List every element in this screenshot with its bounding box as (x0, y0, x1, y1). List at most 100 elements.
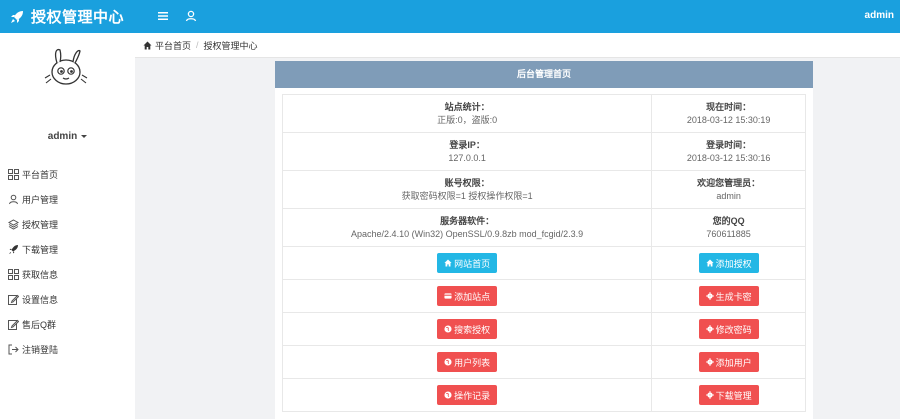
operation-log-button[interactable]: 操作记录 (437, 385, 498, 405)
user-icon[interactable] (184, 9, 198, 23)
button-cell: 添加授权 (651, 246, 806, 280)
login-ip-value: 127.0.0.1 (448, 153, 486, 163)
current-time-value: 2018-03-12 15:30:19 (686, 115, 771, 125)
sidebar-item-settings[interactable]: 设置信息 (0, 287, 135, 312)
user-list-button[interactable]: 用户列表 (437, 352, 498, 372)
welcome-admin-label: 欢迎您管理员： (697, 178, 761, 188)
table-row: 网站首页 添加授权 (281, 246, 806, 280)
generate-card-key-button[interactable]: 生成卡密 (698, 286, 759, 306)
search-license-button[interactable]: 搜索授权 (437, 319, 498, 339)
search-license-button-label: 搜索授权 (454, 324, 491, 335)
sidebar: admin 平台首页 用户管理 授权管理 下载管理 获取信息 设置信息 售后Q群… (0, 33, 135, 419)
welcome-admin-cell: 欢迎您管理员： admin (651, 170, 806, 209)
table-row: 站点统计： 正版:0，盗版:0 现在时间： 2018-03-12 15:30:19 (281, 94, 806, 133)
sidebar-username[interactable]: admin (0, 131, 135, 142)
sidebar-item-label: 注销登陆 (22, 345, 59, 355)
button-cell: 操作记录 (281, 378, 653, 412)
rocket-icon (9, 245, 18, 254)
avatar[interactable] (42, 45, 90, 89)
change-password-button-label: 修改密码 (715, 324, 752, 335)
grid-icon (8, 269, 19, 280)
button-cell: 添加站点 (281, 279, 653, 313)
operation-log-button-label: 操作记录 (454, 390, 491, 401)
panel-title: 后台管理首页 (275, 61, 813, 88)
server-software-label: 服务器软件： (440, 216, 495, 226)
top-username[interactable]: admin (865, 10, 894, 21)
account-permission-value: 获取密码权限=1 授权操作权限=1 (401, 191, 533, 201)
download-manage-button[interactable]: 下载管理 (698, 385, 759, 405)
account-permission-label: 账号权限： (444, 178, 490, 188)
server-software-cell: 服务器软件： Apache/2.4.10 (Win32) OpenSSL/0.9.… (281, 208, 653, 247)
dashboard-panel: 后台管理首页 站点统计： 正版:0，盗版:0 现在时间： 2018-03-12 15… (275, 61, 813, 419)
table-row: 登录IP： 127.0.0.1 登录时间： 2018-03-12 15:30:16 (281, 132, 806, 171)
globe-icon (444, 358, 452, 366)
table-row: 服务器软件： Apache/2.4.10 (Win32) OpenSSL/0.9.… (281, 208, 806, 247)
breadcrumb-separator: / (196, 40, 199, 50)
sidebar-item-info[interactable]: 获取信息 (0, 262, 135, 287)
sidebar-item-support-group[interactable]: 售后Q群 (0, 312, 135, 337)
qq-value: 760611885 (706, 229, 751, 239)
user-list-button-label: 用户列表 (454, 357, 491, 368)
top-bar: 授权管理中心 admin (0, 0, 900, 33)
home-icon (143, 41, 152, 49)
download-manage-button-label: 下载管理 (715, 390, 752, 401)
sidebar-nav: 平台首页 用户管理 授权管理 下载管理 获取信息 设置信息 售后Q群 注销登陆 (0, 162, 135, 362)
grid-icon (8, 169, 19, 180)
button-cell: 修改密码 (651, 312, 806, 346)
qq-cell: 您的QQ 760611885 (651, 208, 806, 247)
login-time-cell: 登录时间： 2018-03-12 15:30:16 (651, 132, 806, 171)
sidebar-item-users[interactable]: 用户管理 (0, 187, 135, 212)
logout-icon (8, 344, 19, 355)
table-row: 添加站点 生成卡密 (281, 279, 806, 313)
login-ip-cell: 登录IP： 127.0.0.1 (281, 132, 653, 171)
table-row: 用户列表 添加用户 (281, 345, 806, 379)
login-time-label: 登录时间： (706, 140, 752, 150)
server-software-value: Apache/2.4.10 (Win32) OpenSSL/0.9.8zb mo… (351, 229, 584, 239)
login-time-value: 2018-03-12 15:30:16 (686, 153, 771, 163)
app-title: 授权管理中心 (31, 9, 125, 26)
change-password-button[interactable]: 修改密码 (698, 319, 759, 339)
gear-icon (705, 391, 714, 399)
gear-icon (705, 292, 714, 300)
site-home-button[interactable]: 网站首页 (437, 253, 498, 273)
breadcrumb: 平台首页 / 授权管理中心 (135, 33, 900, 58)
button-cell: 搜索授权 (281, 312, 653, 346)
brand[interactable]: 授权管理中心 (0, 0, 135, 33)
site-stats-cell: 站点统计： 正版:0，盗版:0 (281, 94, 653, 133)
globe-icon (444, 325, 452, 333)
sidebar-item-label: 授权管理 (22, 220, 59, 230)
button-cell: 生成卡密 (651, 279, 806, 313)
sidebar-item-label: 平台首页 (22, 170, 59, 180)
table-row: 账号权限： 获取密码权限=1 授权操作权限=1 欢迎您管理员： admin (281, 170, 806, 209)
user-icon (9, 194, 18, 205)
table-row: 搜索授权 修改密码 (281, 312, 806, 346)
gear-icon (705, 325, 714, 333)
login-ip-label: 登录IP： (449, 140, 485, 150)
qq-label: 您的QQ (712, 216, 745, 226)
info-table: 站点统计： 正版:0，盗版:0 现在时间： 2018-03-12 15:30:19 … (281, 94, 806, 412)
add-user-button[interactable]: 添加用户 (698, 352, 759, 372)
add-user-button-label: 添加用户 (715, 357, 752, 368)
rocket-icon (11, 10, 23, 23)
edit-icon (8, 319, 19, 330)
sidebar-item-downloads[interactable]: 下载管理 (0, 237, 135, 262)
menu-toggle-icon[interactable] (156, 9, 170, 23)
breadcrumb-home[interactable]: 平台首页 (155, 39, 191, 52)
sidebar-item-logout[interactable]: 注销登陆 (0, 337, 135, 362)
add-site-button[interactable]: 添加站点 (437, 286, 498, 306)
button-cell: 下载管理 (651, 378, 806, 412)
add-license-button-label: 添加授权 (715, 258, 752, 269)
account-permission-cell: 账号权限： 获取密码权限=1 授权操作权限=1 (281, 170, 653, 209)
sidebar-username-text: admin (47, 131, 78, 142)
sidebar-item-label: 设置信息 (22, 295, 59, 305)
add-license-button[interactable]: 添加授权 (698, 253, 759, 273)
generate-card-key-button-label: 生成卡密 (715, 291, 752, 302)
gear-icon (705, 358, 714, 366)
sidebar-item-license[interactable]: 授权管理 (0, 212, 135, 237)
breadcrumb-current: 授权管理中心 (203, 40, 258, 51)
home-icon (444, 259, 452, 267)
button-cell: 网站首页 (281, 246, 653, 280)
sidebar-item-home[interactable]: 平台首页 (0, 162, 135, 187)
globe-icon (444, 391, 452, 399)
button-cell: 添加用户 (651, 345, 806, 379)
